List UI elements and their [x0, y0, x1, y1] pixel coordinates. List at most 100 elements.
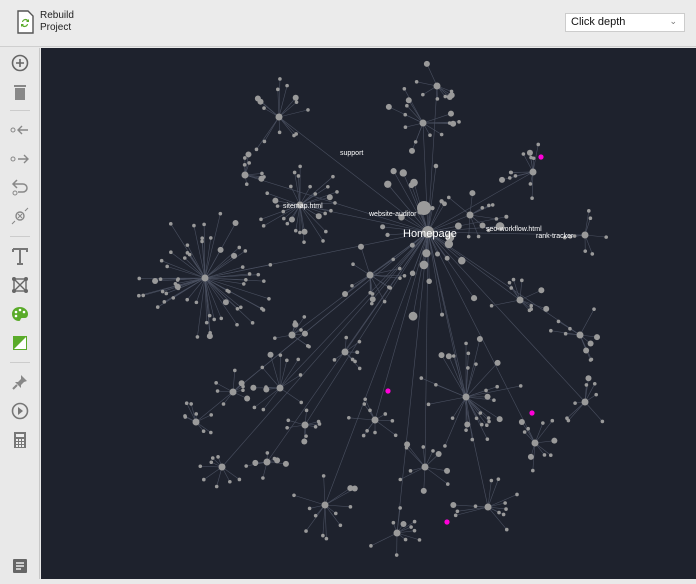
page-node[interactable] — [439, 352, 445, 358]
page-node[interactable] — [573, 234, 577, 238]
page-node[interactable] — [152, 278, 158, 284]
page-node[interactable] — [519, 419, 525, 425]
page-node[interactable] — [427, 403, 431, 407]
page-node[interactable] — [409, 469, 413, 473]
page-node[interactable] — [276, 204, 280, 208]
page-node[interactable] — [404, 538, 408, 542]
page-node[interactable] — [508, 176, 512, 180]
page-node[interactable] — [526, 427, 530, 431]
hub-node[interactable] — [202, 275, 209, 282]
page-node[interactable] — [549, 329, 553, 333]
page-node[interactable] — [334, 512, 338, 516]
page-node[interactable] — [183, 415, 187, 419]
report-button[interactable] — [8, 555, 32, 577]
page-node[interactable] — [418, 538, 422, 542]
page-node[interactable] — [504, 507, 508, 511]
page-node[interactable] — [169, 222, 173, 226]
page-node[interactable] — [452, 354, 456, 358]
page-node[interactable] — [169, 250, 173, 254]
page-node[interactable] — [137, 277, 141, 281]
page-node[interactable] — [592, 307, 596, 311]
page-node[interactable] — [294, 229, 298, 233]
page-node[interactable] — [538, 287, 544, 293]
graph-svg[interactable]: website-auditor Homepage sitemap.html su… — [41, 48, 696, 579]
page-node[interactable] — [481, 206, 485, 210]
page-node[interactable] — [165, 265, 169, 269]
page-node[interactable] — [388, 286, 392, 290]
hub-node[interactable] — [420, 120, 427, 127]
page-node[interactable] — [410, 271, 416, 277]
page-node[interactable] — [385, 233, 389, 237]
page-node[interactable] — [243, 163, 247, 167]
page-node[interactable] — [490, 304, 494, 308]
page-node[interactable] — [373, 431, 377, 435]
layout-button[interactable] — [8, 274, 32, 296]
page-node[interactable] — [245, 151, 251, 157]
page-node[interactable] — [296, 358, 300, 362]
page-node[interactable] — [424, 61, 430, 67]
page-node[interactable] — [285, 426, 289, 430]
page-node[interactable] — [137, 294, 141, 298]
page-node[interactable] — [573, 401, 577, 405]
page-node[interactable] — [444, 468, 450, 474]
page-node[interactable] — [241, 388, 245, 392]
page-node[interactable] — [305, 409, 309, 413]
hub-node[interactable] — [302, 422, 309, 429]
page-node[interactable] — [420, 376, 424, 380]
page-node[interactable] — [183, 256, 187, 260]
page-node[interactable] — [202, 223, 206, 227]
hub-node[interactable] — [532, 440, 539, 447]
page-node[interactable] — [245, 182, 249, 186]
page-node[interactable] — [327, 194, 333, 200]
page-node[interactable] — [209, 236, 213, 240]
page-node[interactable] — [406, 97, 412, 103]
page-node[interactable] — [447, 94, 453, 100]
page-node[interactable] — [356, 350, 360, 354]
page-node[interactable] — [499, 177, 505, 183]
page-node[interactable] — [156, 305, 160, 309]
page-node[interactable] — [195, 301, 199, 305]
page-node[interactable] — [263, 386, 269, 392]
page-node[interactable] — [323, 212, 327, 216]
hub-node[interactable] — [517, 297, 524, 304]
page-node[interactable] — [594, 393, 598, 397]
page-node[interactable] — [409, 148, 415, 154]
page-node[interactable] — [289, 216, 295, 222]
page-node[interactable] — [283, 461, 289, 467]
page-node[interactable] — [302, 240, 306, 244]
page-node[interactable] — [238, 478, 242, 482]
page-node[interactable] — [273, 336, 277, 340]
page-node[interactable] — [430, 206, 434, 210]
page-node[interactable] — [543, 453, 547, 457]
page-node[interactable] — [260, 366, 264, 370]
page-node[interactable] — [509, 171, 513, 175]
page-node[interactable] — [350, 284, 354, 288]
page-node[interactable] — [252, 460, 258, 466]
hub-node[interactable] — [367, 272, 374, 279]
page-node[interactable] — [557, 320, 561, 324]
page-node[interactable] — [457, 120, 461, 124]
site-structure-graph[interactable]: website-auditor Homepage sitemap.html su… — [41, 48, 696, 579]
text-button[interactable] — [8, 245, 32, 267]
page-node[interactable] — [351, 262, 355, 266]
page-node[interactable] — [474, 362, 478, 366]
page-node[interactable] — [313, 192, 317, 196]
page-node[interactable] — [495, 385, 499, 389]
page-node[interactable] — [255, 96, 261, 102]
view-mode-select[interactable]: Click depth⌄ — [565, 13, 685, 32]
page-node[interactable] — [267, 297, 271, 301]
page-node[interactable] — [286, 419, 290, 423]
page-node[interactable] — [405, 446, 409, 450]
page-node[interactable] — [231, 253, 237, 259]
page-node[interactable] — [587, 209, 591, 213]
page-node[interactable] — [604, 235, 608, 239]
page-node[interactable] — [398, 478, 402, 482]
page-node[interactable] — [233, 369, 237, 373]
page-node[interactable] — [171, 296, 175, 300]
page-node[interactable] — [216, 455, 220, 459]
page-node[interactable] — [208, 314, 212, 318]
page-node[interactable] — [302, 331, 308, 337]
page-node[interactable] — [202, 429, 206, 433]
highlighted-node[interactable] — [385, 388, 390, 393]
page-node[interactable] — [322, 474, 326, 478]
